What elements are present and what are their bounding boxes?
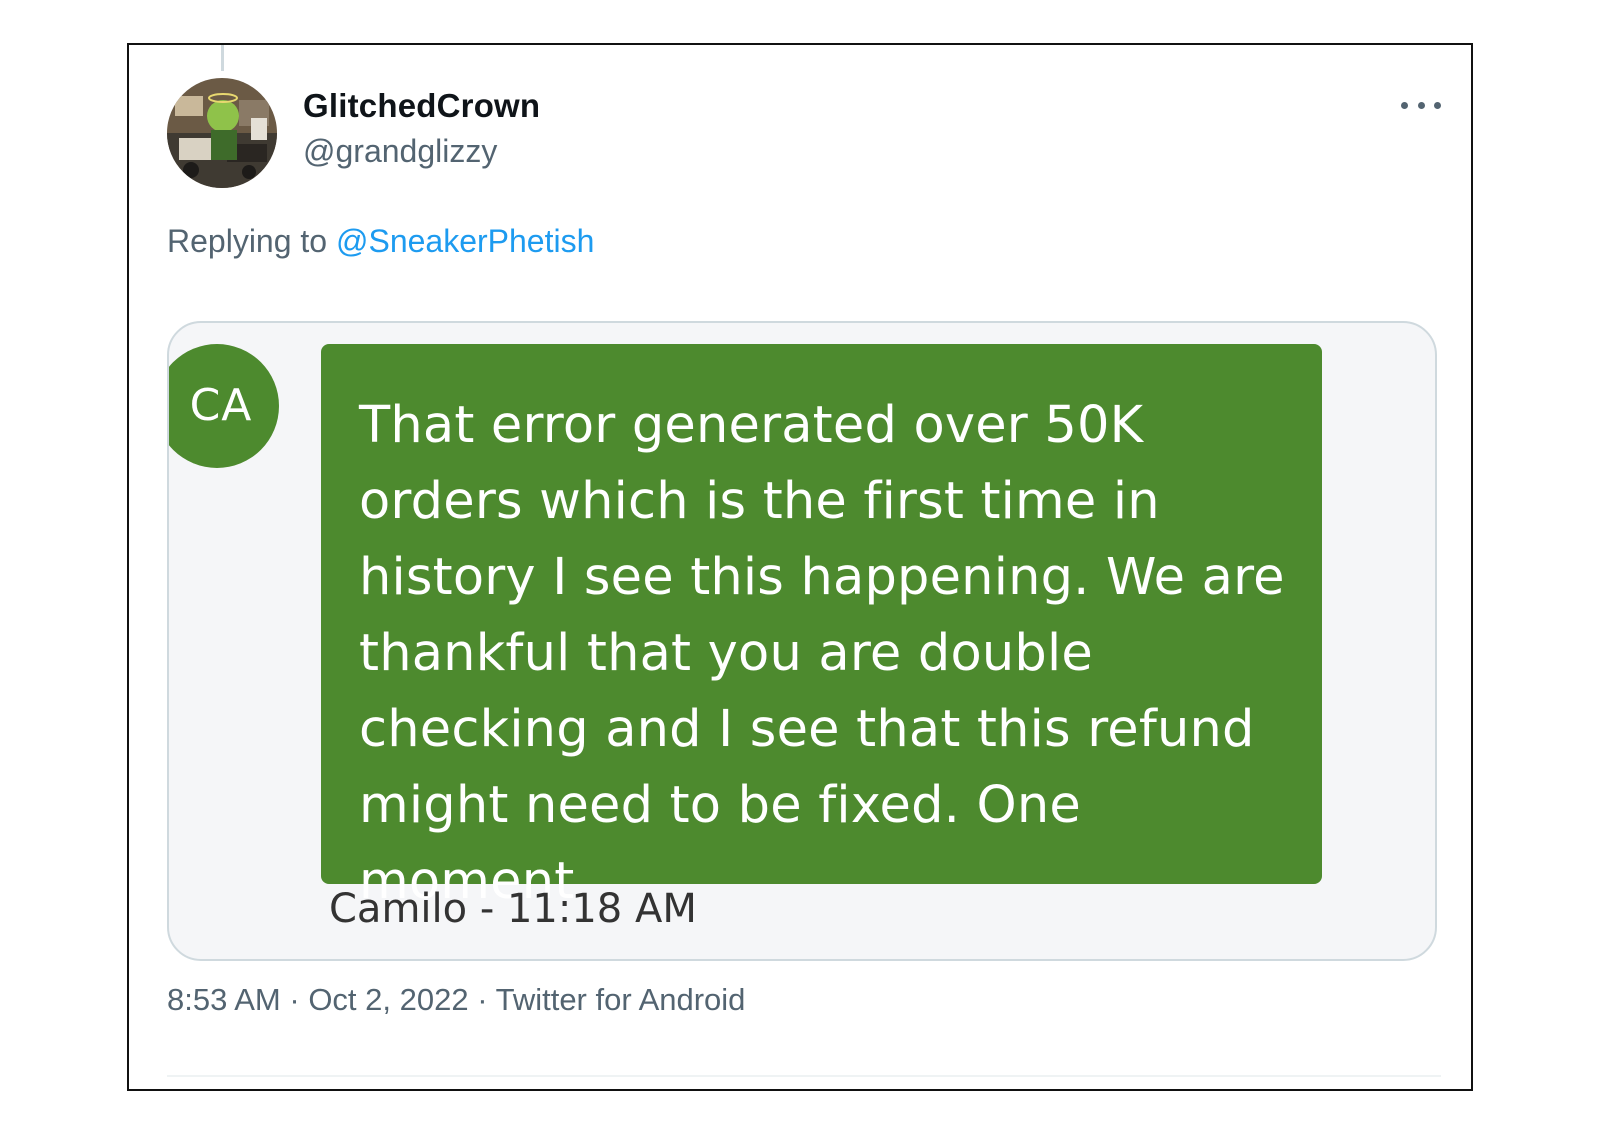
avatar-illustration <box>167 78 277 188</box>
attached-image[interactable]: CA That error generated over 50K orders … <box>167 321 1437 961</box>
dot <box>1434 101 1441 109</box>
tweet-source[interactable]: Twitter for Android <box>496 982 746 1017</box>
dot <box>1417 101 1425 109</box>
tweet-card: GlitchedCrown @grandglizzy Replying to @… <box>127 43 1473 1091</box>
dot <box>1401 101 1408 109</box>
user-avatar[interactable] <box>167 78 277 188</box>
chat-sender-time: Camilo - 11:18 AM <box>329 886 697 932</box>
chat-agent-initials: CA <box>189 379 253 431</box>
meta-separator: · <box>280 982 309 1017</box>
user-handle[interactable]: @grandglizzy <box>303 133 497 170</box>
tweet-metadata: 8:53 AM · Oct 2, 2022 · Twitter for Andr… <box>167 982 745 1018</box>
thread-connector-line <box>221 45 224 71</box>
meta-separator: · <box>468 982 496 1017</box>
tweet-date[interactable]: Oct 2, 2022 <box>308 982 468 1017</box>
replying-prefix: Replying to <box>167 223 336 259</box>
divider <box>167 1075 1441 1077</box>
chat-message-text: That error generated over 50K orders whi… <box>359 396 1285 911</box>
display-name[interactable]: GlitchedCrown <box>303 87 540 125</box>
chat-message-bubble: That error generated over 50K orders whi… <box>321 344 1322 911</box>
replying-to-line: Replying to @SneakerPhetish <box>167 223 594 260</box>
replying-mention-link[interactable]: @SneakerPhetish <box>336 223 594 259</box>
chat-agent-avatar: CA <box>169 344 279 468</box>
tweet-time[interactable]: 8:53 AM <box>167 982 281 1017</box>
more-options-icon[interactable] <box>1401 93 1441 117</box>
